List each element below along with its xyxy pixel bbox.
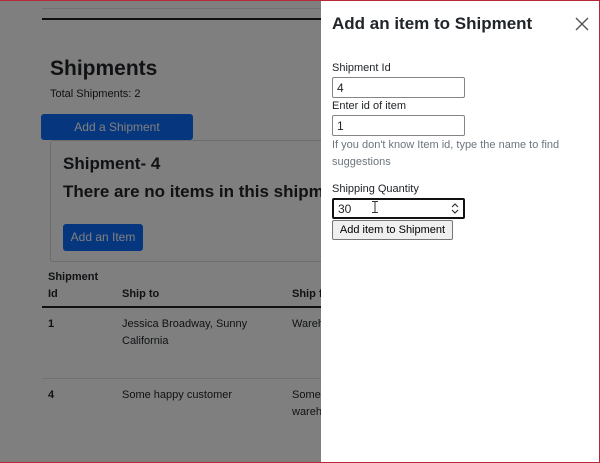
text-cursor-icon: [372, 201, 378, 213]
item-id-hint: If you don't know Item id, type the name…: [332, 139, 560, 168]
add-item-to-shipment-button[interactable]: Add item to Shipment: [332, 220, 453, 240]
quantity-stepper[interactable]: [450, 201, 460, 216]
shipping-quantity-label: Shipping Quantity: [332, 183, 419, 195]
shipment-id-label: Shipment Id: [332, 62, 391, 74]
panel-title: Add an item to Shipment: [332, 14, 533, 33]
item-id-input[interactable]: [332, 115, 465, 136]
close-icon[interactable]: [574, 16, 590, 32]
item-id-label: Enter id of item: [332, 100, 406, 112]
shipment-id-input[interactable]: [332, 77, 465, 98]
add-item-offcanvas: Add an item to Shipment Shipment Id Ente…: [321, 0, 600, 463]
shipping-quantity-input[interactable]: [332, 198, 465, 219]
window-frame: [0, 0, 600, 1]
modal-backdrop[interactable]: [0, 0, 321, 463]
